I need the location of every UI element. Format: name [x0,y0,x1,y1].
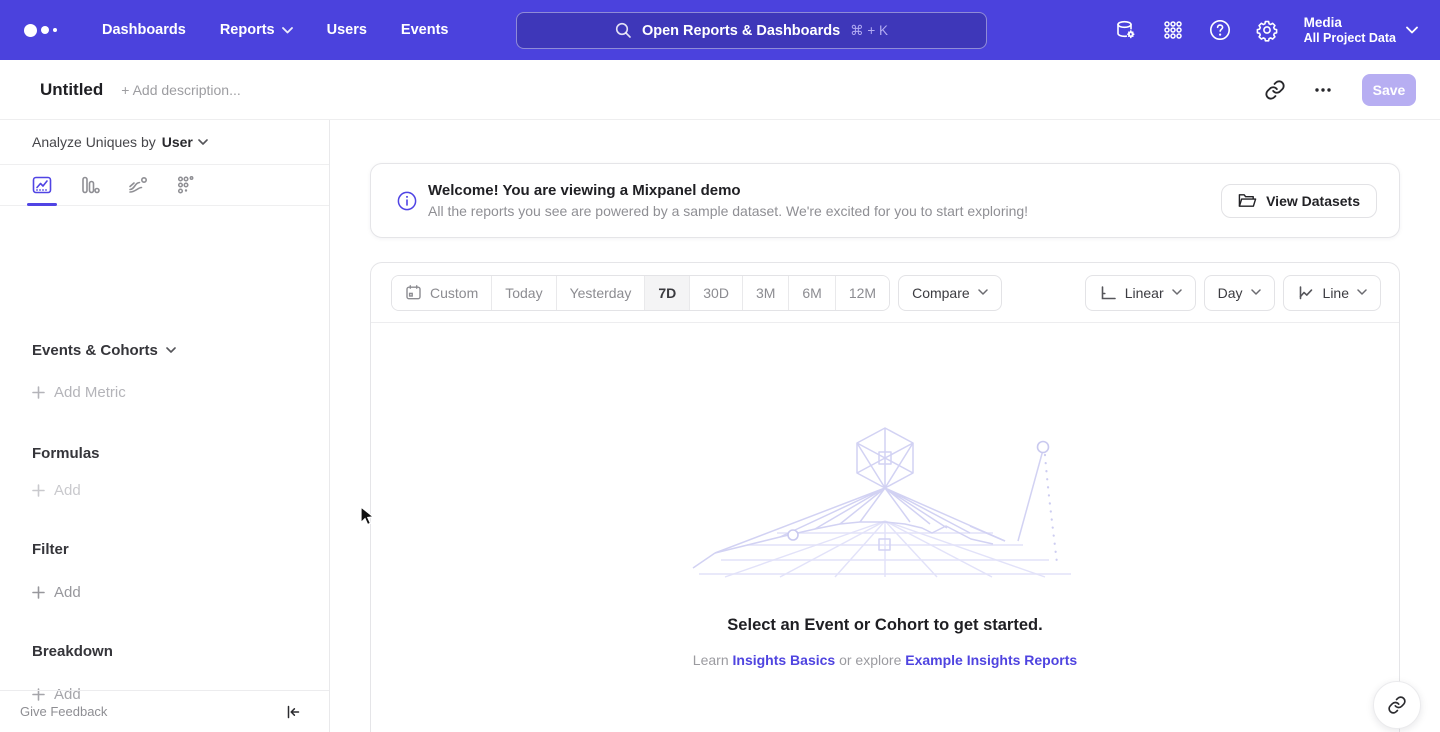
plus-icon [32,484,45,497]
nav-users[interactable]: Users [327,22,367,38]
empty-state-illustration [685,425,1085,580]
empty-state-links: Learn Insights Basics or explore Example… [693,652,1077,668]
range-custom[interactable]: Custom [392,276,491,310]
range-30d[interactable]: 30D [689,276,742,310]
chevron-down-icon [1406,26,1418,34]
range-today[interactable]: Today [491,276,555,310]
chevron-down-icon [198,139,208,146]
report-card: Custom Today Yesterday 7D 30D 3M 6M 12M … [370,262,1400,732]
controls-bar: Custom Today Yesterday 7D 30D 3M 6M 12M … [371,263,1399,323]
chevron-down-icon [166,347,176,354]
report-header: Untitled + Add description... Save [0,60,1440,120]
chevron-down-icon [978,289,988,296]
range-3m[interactable]: 3M [742,276,788,310]
apps-grid-icon[interactable] [1161,18,1185,42]
chart-type-line-dropdown[interactable]: Line [1283,275,1381,311]
give-feedback-link[interactable]: Give Feedback [20,704,107,719]
mixpanel-insights-page: Dashboards Reports Users Events Open Rep… [0,0,1440,732]
chevron-down-icon [1251,289,1261,296]
linear-scale-dropdown[interactable]: Linear [1085,275,1196,311]
plus-icon [32,386,45,399]
welcome-banner: Welcome! You are viewing a Mixpanel demo… [370,163,1400,238]
more-ellipsis-icon[interactable] [1310,77,1336,103]
interval-day-dropdown[interactable]: Day [1204,275,1275,311]
nav-items: Dashboards Reports Users Events [102,22,448,38]
link-icon[interactable] [1262,77,1288,103]
search-icon [615,22,632,39]
nav-dashboards[interactable]: Dashboards [102,22,186,38]
visualization-tabs [0,165,329,206]
search-shortcut: ⌘ + K [850,23,888,39]
settings-gear-icon[interactable] [1255,18,1279,42]
collapse-sidebar-icon[interactable] [285,704,301,720]
tab-bar-chart[interactable] [78,165,102,206]
analyze-by-dropdown[interactable]: User [162,134,208,150]
sidebar-footer: Give Feedback [0,690,329,732]
share-link-floating-button[interactable] [1373,681,1421,729]
insights-line-chart-icon [31,174,53,196]
tab-flows[interactable] [126,165,150,206]
empty-state-title: Select an Event or Cohort to get started… [727,616,1042,635]
example-insights-reports-link[interactable]: Example Insights Reports [905,652,1077,668]
banner-title: Welcome! You are viewing a Mixpanel demo [428,182,1028,199]
flows-icon [127,174,149,196]
analyze-label: Analyze Uniques by [32,134,156,150]
linear-axes-icon [1099,284,1117,302]
range-7d[interactable]: 7D [644,276,689,310]
chevron-down-icon [1172,289,1182,296]
help-icon[interactable] [1208,18,1232,42]
content: Analyze Uniques by User [0,120,1440,732]
empty-state: Select an Event or Cohort to get started… [371,323,1399,668]
search-label: Open Reports & Dashboards [642,23,840,39]
range-yesterday[interactable]: Yesterday [556,276,645,310]
top-nav: Dashboards Reports Users Events Open Rep… [0,0,1440,60]
breakdown-section-title: Breakdown [32,643,113,660]
mixpanel-logo-icon[interactable] [24,24,68,37]
range-12m[interactable]: 12M [835,276,889,310]
view-datasets-button[interactable]: View Datasets [1221,184,1377,218]
line-chart-icon [1297,284,1315,302]
add-metric-button[interactable]: Add Metric [32,384,126,401]
tab-insights-line[interactable] [30,165,54,206]
folder-open-icon [1238,192,1257,209]
info-icon [397,191,417,211]
add-description[interactable]: + Add description... [121,82,240,98]
calendar-icon [405,284,422,301]
banner-subtitle: All the reports you see are powered by a… [428,203,1028,219]
header-actions: Save [1262,74,1416,106]
range-6m[interactable]: 6M [788,276,834,310]
project-name: Media [1304,14,1396,31]
insights-basics-link[interactable]: Insights Basics [733,652,836,668]
link-icon [1387,695,1407,715]
chart-options: Linear Day Line [1085,275,1381,311]
formulas-section-title: Formulas [32,445,100,462]
add-formula-button[interactable]: Add [32,482,81,499]
nav-right: Media All Project Data [1114,0,1418,60]
plus-icon [32,586,45,599]
events-cohorts-section[interactable]: Events & Cohorts [32,342,176,359]
retention-dots-icon [175,174,197,196]
main-area: Welcome! You are viewing a Mixpanel demo… [330,120,1440,732]
project-selector[interactable]: Media All Project Data [1304,14,1418,46]
chevron-down-icon [282,27,293,34]
analyze-row: Analyze Uniques by User [0,120,329,165]
project-scope: All Project Data [1304,31,1396,46]
date-range-segmented-control: Custom Today Yesterday 7D 30D 3M 6M 12M [391,275,890,311]
data-management-icon[interactable] [1114,18,1138,42]
report-title[interactable]: Untitled [40,80,103,100]
nav-reports[interactable]: Reports [220,22,293,38]
chevron-down-icon [1357,289,1367,296]
save-button[interactable]: Save [1362,74,1416,106]
nav-events[interactable]: Events [401,22,449,38]
query-sidebar: Analyze Uniques by User [0,120,330,732]
filter-section-title: Filter [32,541,69,558]
compare-dropdown[interactable]: Compare [898,275,1002,311]
add-filter-button[interactable]: Add [32,584,81,601]
tab-retention[interactable] [174,165,198,206]
open-reports-search[interactable]: Open Reports & Dashboards ⌘ + K [516,12,987,49]
bar-chart-icon [79,174,101,196]
